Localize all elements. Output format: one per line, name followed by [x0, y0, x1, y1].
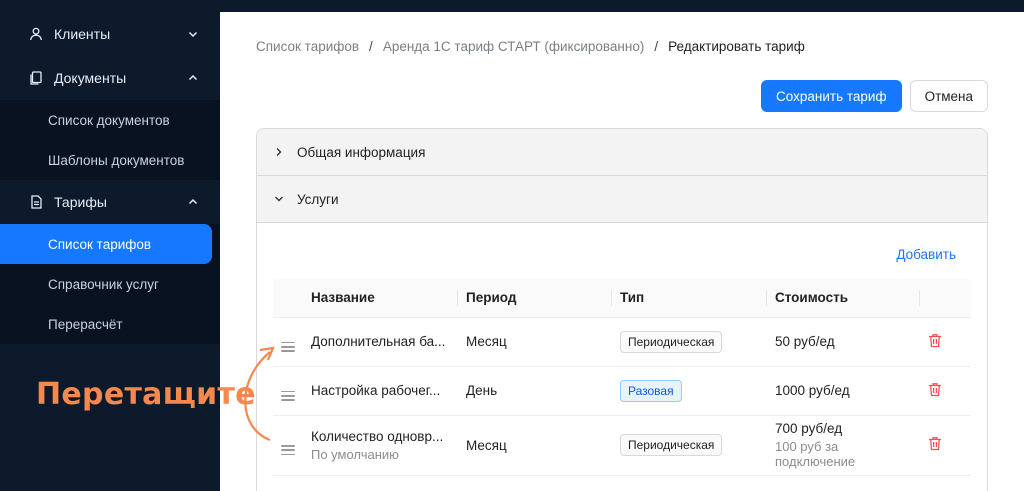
documents-submenu: Список документов Шаблоны документов	[0, 100, 220, 180]
panel-general-header[interactable]: Общая информация	[257, 129, 987, 176]
table-row: Количество одновр... По умолчанию Месяц …	[273, 415, 971, 476]
breadcrumb: Список тарифов / Аренда 1С тариф СТАРТ (…	[256, 39, 805, 54]
chevron-up-icon	[188, 73, 198, 83]
drag-handle-icon[interactable]	[281, 341, 295, 352]
type-tag: Периодическая	[620, 434, 723, 456]
delete-icon[interactable]	[928, 436, 944, 452]
tariffs-submenu: Список тарифов Справочник услуг Перерасч…	[0, 224, 220, 344]
sidebar-item-tariffs-list[interactable]: Список тарифов	[0, 224, 212, 264]
sidebar-group-tariffs[interactable]: Тарифы	[0, 180, 220, 224]
drag-hint-text: Перетащите	[36, 377, 256, 412]
table-row: Настройка рабочег... День Разовая 1000 р…	[273, 366, 971, 416]
service-period: Месяц	[458, 415, 612, 476]
user-icon	[28, 26, 44, 42]
column-header-type: Тип	[612, 279, 767, 318]
sidebar-group-clients[interactable]: Клиенты	[0, 12, 220, 56]
sidebar-group-label: Документы	[54, 70, 127, 86]
breadcrumb-separator: /	[654, 39, 659, 54]
service-name: Дополнительная ба...	[311, 334, 446, 349]
chevron-down-icon	[273, 193, 285, 205]
panel-services-header[interactable]: Услуги	[257, 176, 987, 223]
service-period: Месяц	[458, 317, 612, 367]
sidebar-group-label: Клиенты	[54, 26, 111, 42]
page-actions: Сохранить тариф Отмена	[761, 80, 988, 112]
tariff-collapse: Общая информация Услуги Добавить Названи…	[256, 128, 988, 491]
type-tag: Разовая	[620, 379, 682, 402]
cancel-button[interactable]: Отмена	[909, 80, 988, 112]
breadcrumb-item-current: Редактировать тариф	[668, 39, 805, 54]
breadcrumb-item-tariff[interactable]: Аренда 1С тариф СТАРТ (фиксированно)	[383, 39, 645, 54]
services-table: Название Период Тип Стоимость Дополнител…	[273, 279, 971, 476]
top-strip	[220, 0, 1024, 12]
service-name-note: По умолчанию	[311, 446, 399, 462]
service-period: День	[458, 366, 612, 416]
type-tag: Периодическая	[620, 330, 723, 353]
service-cost: 1000 руб/ед	[767, 366, 920, 416]
table-row: Дополнительная ба... Месяц Периодическая…	[273, 317, 971, 367]
column-header-cost: Стоимость	[767, 279, 920, 318]
drag-handle-icon[interactable]	[281, 445, 295, 456]
service-cost: 50 руб/ед	[767, 317, 920, 367]
chevron-up-icon	[188, 197, 198, 207]
documents-icon	[28, 70, 44, 86]
service-cost: 700 руб/ед	[775, 421, 843, 436]
breadcrumb-item-tariffs[interactable]: Список тарифов	[256, 39, 359, 54]
column-header-name: Название	[303, 279, 458, 318]
sidebar: Клиенты Документы Список документов Шабл…	[0, 0, 220, 491]
table-header-drag	[273, 279, 303, 318]
table-header-row: Название Период Тип Стоимость	[273, 279, 971, 318]
sidebar-item-recalculation[interactable]: Перерасчёт	[0, 304, 220, 344]
chevron-right-icon	[273, 146, 285, 158]
drag-handle-icon[interactable]	[281, 390, 295, 401]
sidebar-group-label: Тарифы	[54, 194, 107, 210]
curved-arrow-icon	[244, 346, 275, 442]
tariff-icon	[28, 194, 44, 210]
save-tariff-button[interactable]: Сохранить тариф	[761, 80, 902, 112]
sidebar-item-services-catalog[interactable]: Справочник услуг	[0, 264, 220, 304]
add-service-link[interactable]: Добавить	[896, 247, 956, 262]
sidebar-group-documents[interactable]: Документы	[0, 56, 220, 100]
table-header-actions	[920, 279, 971, 318]
panel-services-label: Услуги	[297, 191, 339, 207]
service-cost-note: 100 руб за подключение	[775, 439, 856, 469]
column-header-period: Период	[458, 279, 612, 318]
chevron-down-icon	[188, 29, 198, 39]
panel-services-body: Добавить Название Период Тип Стоимость Д…	[257, 223, 987, 491]
service-name: Количество одновр...	[311, 428, 444, 444]
breadcrumb-separator: /	[369, 39, 373, 54]
main-content: Список тарифов / Аренда 1С тариф СТАРТ (…	[220, 12, 1024, 491]
delete-icon[interactable]	[928, 333, 944, 349]
delete-icon[interactable]	[928, 382, 944, 398]
service-name: Настройка рабочег...	[311, 383, 441, 398]
sidebar-item-documents-list[interactable]: Список документов	[0, 100, 220, 140]
sidebar-item-document-templates[interactable]: Шаблоны документов	[0, 140, 220, 180]
sidebar-top-strip	[0, 0, 220, 12]
panel-general-label: Общая информация	[297, 144, 426, 160]
